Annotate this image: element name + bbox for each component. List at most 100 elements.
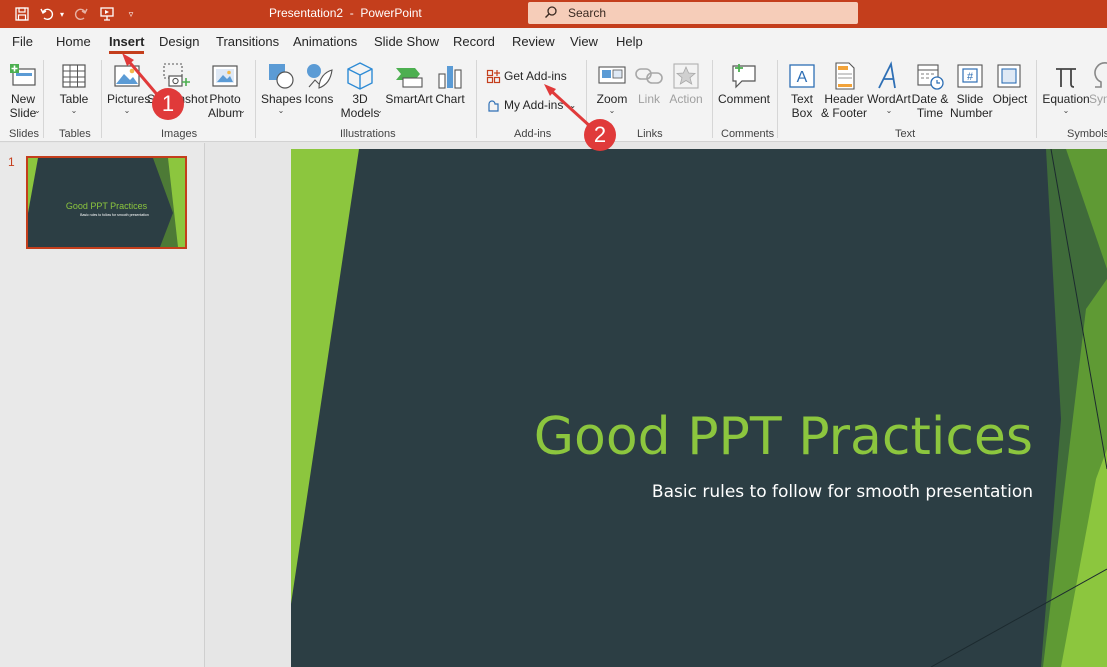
photo-album-icon <box>212 65 238 87</box>
tab-transitions[interactable]: Transitions <box>216 34 279 49</box>
tab-home[interactable]: Home <box>56 34 91 49</box>
shapes-button[interactable]: Shapes ⌄ <box>261 58 302 128</box>
table-button[interactable]: Table ⌄ <box>56 58 92 128</box>
group-label-addins: Add-ins <box>514 128 552 140</box>
chevron-down-icon: ⌄ <box>885 106 893 115</box>
group-separator <box>43 60 44 138</box>
customize-toolbar-icon[interactable]: ▿ <box>124 4 138 24</box>
3d-models-button[interactable]: 3D Models ⌄ <box>337 58 383 128</box>
chart-button[interactable]: Chart <box>433 58 467 128</box>
tab-file[interactable]: File <box>12 34 33 49</box>
tab-insert[interactable]: Insert <box>109 34 145 54</box>
search-input[interactable] <box>568 4 848 22</box>
calendar-icon <box>917 64 944 90</box>
slide-title[interactable]: Good PPT Practices <box>534 407 1033 467</box>
group-label-slides: Slides <box>9 128 39 140</box>
chevron-down-icon: ⌄ <box>277 106 285 115</box>
cube-icon <box>347 62 373 90</box>
header-footer-button[interactable]: Header & Footer <box>820 58 868 128</box>
svg-text:#: # <box>967 71 974 83</box>
tab-slide-show[interactable]: Slide Show <box>374 34 439 49</box>
tab-record[interactable]: Record <box>453 34 495 49</box>
slide-thumbnails-pane: 1 Good PPT Practices Basic rules to foll… <box>0 143 205 667</box>
annotation-badge-1: 1 <box>152 88 184 120</box>
search-box[interactable] <box>528 2 858 24</box>
redo-icon[interactable] <box>72 4 90 24</box>
group-label-illustrations: Illustrations <box>340 128 396 140</box>
menu-bar: File Home Insert Design Transitions Anim… <box>0 28 1107 56</box>
header-footer-icon <box>835 62 855 90</box>
annotation-badge-2: 2 <box>584 119 616 151</box>
present-icon[interactable] <box>98 4 116 24</box>
group-label-links: Links <box>637 128 663 140</box>
text-box-icon: A <box>789 64 815 88</box>
group-separator <box>712 60 713 138</box>
screenshot-icon <box>163 63 190 87</box>
omega-icon <box>1094 62 1107 88</box>
my-addins-button[interactable]: My Add-ins ⌄ <box>486 95 576 115</box>
tab-design[interactable]: Design <box>159 34 199 49</box>
table-icon <box>62 64 86 88</box>
slide-subtitle[interactable]: Basic rules to follow for smooth present… <box>652 482 1033 502</box>
zoom-button[interactable]: Zoom ⌄ <box>594 58 630 128</box>
link-icon <box>635 68 663 84</box>
group-separator <box>1036 60 1037 138</box>
group-label-comments: Comments <box>721 128 775 140</box>
slide-canvas[interactable]: Good PPT Practices Basic rules to follow… <box>291 149 1107 667</box>
photo-album-button[interactable]: Photo Album ⌄ <box>203 58 247 128</box>
slide-thumbnail[interactable]: Good PPT Practices Basic rules to follow… <box>26 156 187 249</box>
thumbnail-subtitle: Basic rules to follow for smooth present… <box>80 213 149 217</box>
group-label-images: Images <box>161 128 198 140</box>
save-icon[interactable] <box>12 4 32 24</box>
new-slide-icon <box>10 64 36 86</box>
tab-animations[interactable]: Animations <box>293 34 357 49</box>
equation-button[interactable]: Equation ⌄ <box>1042 58 1090 128</box>
wordart-icon <box>878 61 896 89</box>
undo-icon[interactable] <box>38 4 56 24</box>
icons-button[interactable]: Icons <box>301 58 337 128</box>
new-slide-button[interactable]: New Slide ⌄ <box>4 58 42 128</box>
group-separator <box>476 60 477 138</box>
comment-button[interactable]: Comment <box>718 58 770 128</box>
chevron-down-icon: ⌄ <box>239 106 246 115</box>
slide-number-icon: # <box>957 64 983 88</box>
action-button[interactable]: Action <box>666 58 706 128</box>
thumbnail-title: Good PPT Practices <box>65 201 148 211</box>
title-bar: ▾ ▿ Presentation2 - PowerPoint <box>0 0 1107 28</box>
chevron-down-icon: ⌄ <box>376 106 383 115</box>
group-label-text: Text <box>895 128 916 140</box>
tab-help[interactable]: Help <box>616 34 643 49</box>
shapes-icon <box>269 64 294 89</box>
comment-icon <box>732 64 756 89</box>
undo-dropdown-icon[interactable]: ▾ <box>57 4 67 24</box>
chevron-down-icon: ⌄ <box>70 106 78 115</box>
pi-icon <box>1056 68 1076 88</box>
link-button[interactable]: Link <box>632 58 666 128</box>
object-button[interactable]: Object <box>990 58 1030 128</box>
svg-text:A: A <box>797 69 808 86</box>
addins-icon <box>488 99 499 112</box>
icons-icon <box>307 64 333 89</box>
pictures-button[interactable]: Pictures ⌄ <box>107 58 150 128</box>
text-box-button[interactable]: A Text Box <box>784 58 820 128</box>
group-label-tables: Tables <box>59 128 91 140</box>
group-label-symbols: Symbols <box>1067 128 1107 140</box>
tab-view[interactable]: View <box>570 34 598 49</box>
slide-number-label: 1 <box>8 155 15 169</box>
date-time-button[interactable]: Date & Time <box>910 58 950 128</box>
chart-icon <box>438 66 462 89</box>
tab-review[interactable]: Review <box>512 34 555 49</box>
get-addins-button[interactable]: Get Add-ins <box>486 66 567 86</box>
search-icon <box>544 5 558 22</box>
group-separator <box>255 60 256 138</box>
slide-number-button[interactable]: # Slide Number <box>950 58 993 128</box>
chevron-down-icon: ⌄ <box>608 106 616 115</box>
wordart-button[interactable]: WordArt ⌄ <box>866 58 912 128</box>
smartart-button[interactable]: SmartArt <box>385 58 433 128</box>
chevron-down-icon: ⌄ <box>1062 106 1070 115</box>
smartart-icon <box>396 68 423 88</box>
store-icon <box>486 69 501 83</box>
chevron-down-icon: ⌄ <box>34 106 41 115</box>
symbol-button[interactable]: Sym <box>1089 58 1107 128</box>
group-separator <box>101 60 102 138</box>
